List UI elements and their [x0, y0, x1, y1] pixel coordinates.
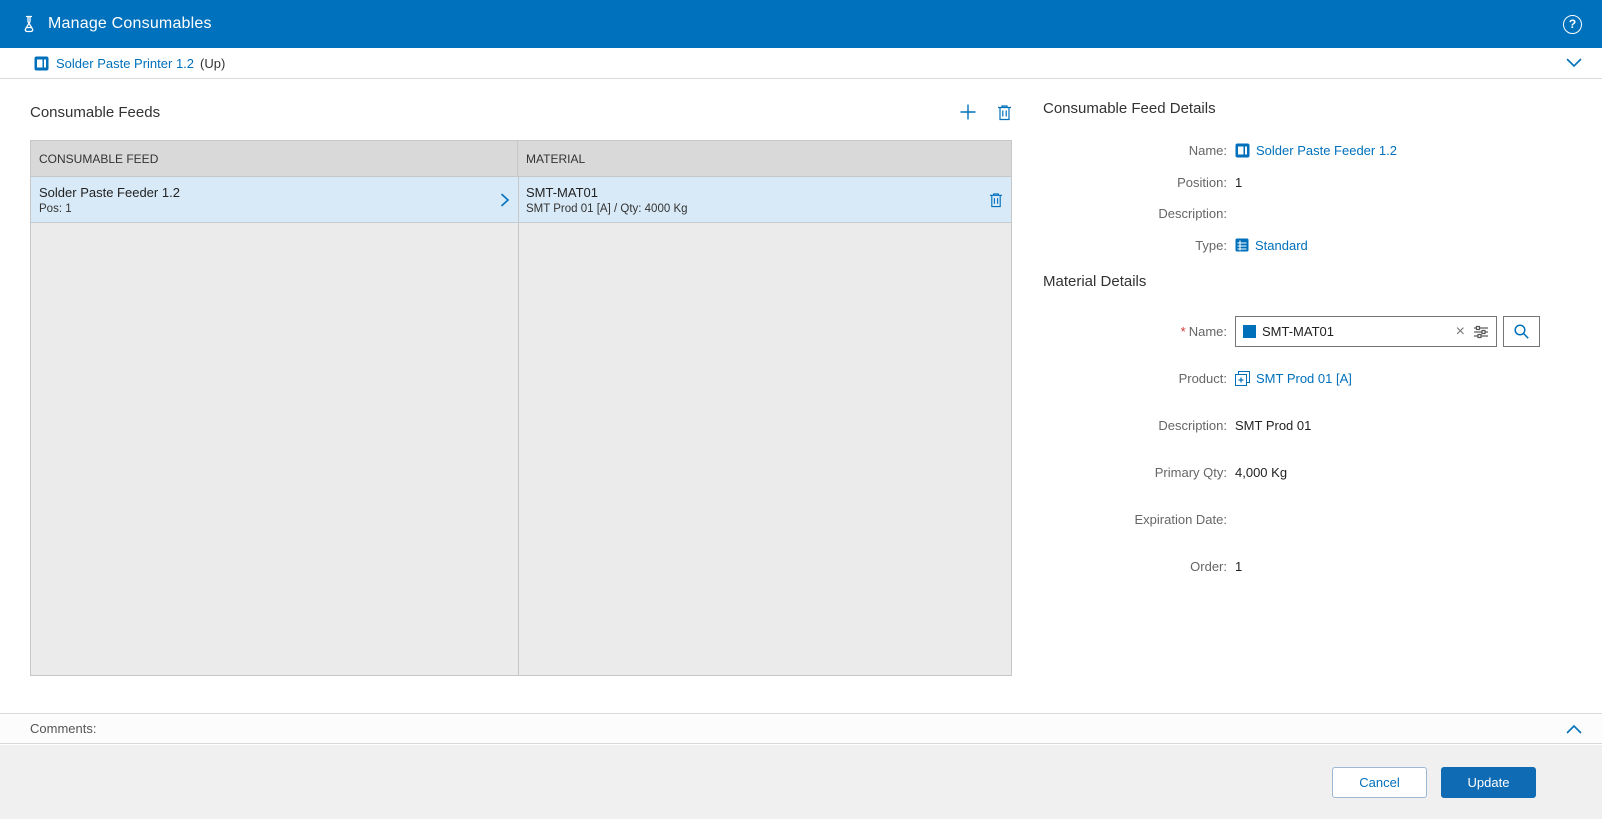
- type-label: Type:: [1195, 237, 1227, 253]
- material-detail: SMT Prod 01 [A] / Qty: 4000 Kg: [526, 202, 688, 215]
- material-name: SMT-MAT01: [526, 184, 598, 200]
- product-value-link[interactable]: SMT Prod 01 [A]: [1256, 371, 1352, 386]
- type-value-link[interactable]: Standard: [1255, 238, 1308, 253]
- name-label: Name:: [1188, 143, 1227, 159]
- clear-icon[interactable]: ×: [1454, 323, 1467, 340]
- up-label: (Up): [200, 55, 226, 71]
- feed-cell: Solder Paste Feeder 1.2 Pos: 1: [31, 177, 518, 222]
- consumable-feeds-table: CONSUMABLE FEED MATERIAL Solder Paste Fe…: [30, 140, 1012, 676]
- material-row-primary-qty: Primary Qty: 4,000 Kg: [1043, 449, 1583, 496]
- primary-qty-label: Primary Qty:: [1154, 465, 1227, 480]
- comments-label: Comments:: [30, 721, 97, 736]
- material-name-label: * Name:: [1180, 324, 1227, 339]
- column-header-consumable-feed: CONSUMABLE FEED: [31, 141, 518, 176]
- chevron-right-icon[interactable]: [500, 193, 510, 207]
- description-label: Description:: [1158, 206, 1227, 222]
- material-row-description: Description: SMT Prod 01: [1043, 402, 1583, 449]
- feed-name: Solder Paste Feeder 1.2: [39, 184, 180, 200]
- position-value: 1: [1235, 174, 1243, 190]
- titlebar: Manage Consumables ?: [0, 0, 1602, 48]
- feed-position: Pos: 1: [39, 202, 72, 215]
- material-details-title: Material Details: [1043, 273, 1147, 290]
- expiration-date-label: Expiration Date:: [1134, 512, 1228, 527]
- material-row-expiration: Expiration Date:: [1043, 496, 1583, 543]
- context-bar: Solder Paste Printer 1.2 (Up): [0, 48, 1602, 79]
- help-icon[interactable]: ?: [1563, 14, 1582, 34]
- feeder-icon: [1235, 143, 1250, 158]
- material-row-product: Product: SMT Prod 01 [A]: [1043, 355, 1583, 402]
- remove-material-icon[interactable]: [989, 192, 1003, 208]
- product-icon: [1235, 371, 1250, 386]
- resource-link[interactable]: Solder Paste Printer 1.2: [56, 56, 194, 71]
- detail-row-name: Name: Solder Paste Feeder 1.2: [1043, 135, 1583, 167]
- material-name-input-box: ×: [1235, 316, 1497, 347]
- footer: Cancel Update: [0, 745, 1602, 819]
- order-label: Order:: [1190, 559, 1227, 574]
- details-panel: Consumable Feed Details Name: Solder Pas…: [1043, 100, 1583, 590]
- feed-details-title: Consumable Feed Details: [1043, 100, 1216, 117]
- add-feed-icon[interactable]: [959, 103, 977, 121]
- chevron-down-icon[interactable]: [1566, 58, 1582, 68]
- filter-options-icon[interactable]: [1473, 325, 1489, 339]
- table-body: Solder Paste Feeder 1.2 Pos: 1 SMT-MAT01…: [31, 177, 1011, 675]
- printer-icon: [34, 56, 49, 71]
- material-description-value: SMT Prod 01: [1235, 418, 1312, 433]
- table-row[interactable]: Solder Paste Feeder 1.2 Pos: 1 SMT-MAT01…: [31, 177, 1011, 223]
- column-header-material: MATERIAL: [526, 151, 586, 166]
- consumable-feeds-title: Consumable Feeds: [30, 103, 161, 121]
- table-header: CONSUMABLE FEED MATERIAL: [31, 141, 1011, 177]
- detail-row-description: Description:: [1043, 198, 1583, 230]
- delete-feed-icon[interactable]: [997, 104, 1012, 121]
- search-icon[interactable]: [1503, 316, 1540, 347]
- position-label: Position:: [1177, 174, 1227, 190]
- type-icon: [1235, 238, 1249, 252]
- material-name-input[interactable]: [1262, 324, 1448, 339]
- comments-bar: Comments:: [0, 713, 1602, 744]
- detail-row-type: Type: Standard: [1043, 230, 1583, 262]
- material-row-order: Order: 1: [1043, 543, 1583, 590]
- order-value: 1: [1235, 559, 1243, 574]
- material-description-label: Description:: [1158, 418, 1227, 433]
- manage-consumables-window: Manage Consumables ? Solder Paste Printe…: [0, 0, 1602, 819]
- feeder-name-link[interactable]: Solder Paste Feeder 1.2: [1256, 143, 1397, 158]
- column-divider: [518, 177, 519, 675]
- page-title: Manage Consumables: [48, 15, 212, 32]
- required-asterisk: *: [1180, 324, 1186, 339]
- material-cell: SMT-MAT01 SMT Prod 01 [A] / Qty: 4000 Kg: [518, 177, 1011, 222]
- primary-qty-value: 4,000 Kg: [1235, 465, 1288, 480]
- chevron-up-icon[interactable]: [1566, 724, 1582, 734]
- update-button[interactable]: Update: [1441, 766, 1536, 798]
- cancel-button[interactable]: Cancel: [1332, 766, 1427, 798]
- material-row-name: *Name: ×: [1043, 308, 1583, 355]
- material-icon: [1243, 325, 1256, 338]
- manage-consumables-icon: [20, 15, 38, 33]
- detail-row-position: Position: 1: [1043, 167, 1583, 199]
- product-label: Product:: [1178, 371, 1227, 386]
- consumable-feeds-header: Consumable Feeds: [30, 100, 1012, 124]
